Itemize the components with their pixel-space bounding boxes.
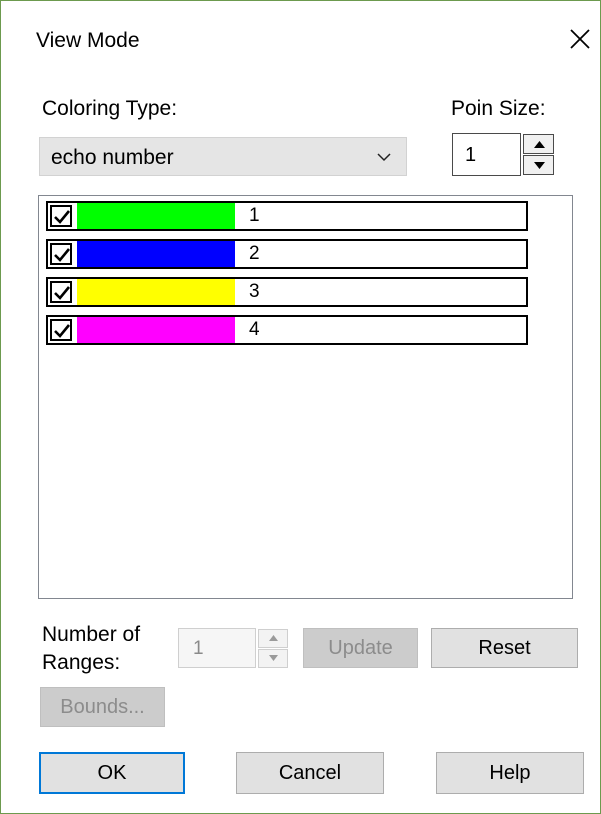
point-size-up-button[interactable] <box>523 134 554 154</box>
list-item[interactable]: 4 <box>46 315 528 345</box>
coloring-type-dropdown[interactable]: echo number <box>39 137 407 176</box>
item-label: 3 <box>249 281 260 302</box>
number-of-ranges-value: 1 <box>193 638 204 659</box>
help-button[interactable]: Help <box>436 752 584 794</box>
ok-button[interactable]: OK <box>39 752 185 794</box>
arrow-up-icon <box>534 141 545 148</box>
ranges-down-button[interactable] <box>258 649 288 668</box>
color-swatch[interactable] <box>77 241 235 267</box>
color-swatch[interactable] <box>77 279 235 305</box>
bounds-button[interactable]: Bounds... <box>40 687 165 727</box>
view-mode-dialog: View Mode Coloring Type: Poin Size: echo… <box>0 0 601 814</box>
list-item[interactable]: 3 <box>46 277 528 307</box>
coloring-type-value: echo number <box>51 146 174 169</box>
range-list[interactable]: 1 2 3 4 <box>38 195 573 599</box>
item-checkbox[interactable] <box>50 319 72 341</box>
chevron-down-icon <box>376 150 392 164</box>
coloring-type-label: Coloring Type: <box>42 97 178 120</box>
arrow-up-icon <box>269 635 278 641</box>
item-checkbox[interactable] <box>50 243 72 265</box>
list-item[interactable]: 2 <box>46 239 528 269</box>
checkmark-icon <box>54 210 71 224</box>
checkmark-icon <box>54 286 71 300</box>
item-checkbox[interactable] <box>50 281 72 303</box>
item-label: 4 <box>249 319 260 340</box>
title-bar: View Mode <box>1 1 601 81</box>
item-checkbox[interactable] <box>50 205 72 227</box>
number-of-ranges-input[interactable]: 1 <box>178 628 256 668</box>
cancel-button[interactable]: Cancel <box>236 752 384 794</box>
point-size-value: 1 <box>465 144 477 166</box>
item-label: 1 <box>249 205 260 226</box>
point-size-input[interactable]: 1 <box>452 133 521 176</box>
color-swatch[interactable] <box>77 317 235 343</box>
color-swatch[interactable] <box>77 203 235 229</box>
close-icon[interactable] <box>567 26 593 52</box>
update-button[interactable]: Update <box>303 628 418 668</box>
list-item[interactable]: 1 <box>46 201 528 231</box>
point-size-down-button[interactable] <box>523 155 554 175</box>
item-label: 2 <box>249 243 260 264</box>
ranges-up-button[interactable] <box>258 629 288 648</box>
dialog-title: View Mode <box>36 29 140 52</box>
arrow-down-icon <box>534 162 545 169</box>
arrow-down-icon <box>269 655 278 661</box>
point-size-label: Poin Size: <box>451 97 546 120</box>
checkmark-icon <box>54 248 71 262</box>
checkmark-icon <box>54 324 71 338</box>
reset-button[interactable]: Reset <box>431 628 578 668</box>
number-of-ranges-label-line1: Number of <box>42 623 141 646</box>
number-of-ranges-label-line2: Ranges: <box>42 651 121 674</box>
